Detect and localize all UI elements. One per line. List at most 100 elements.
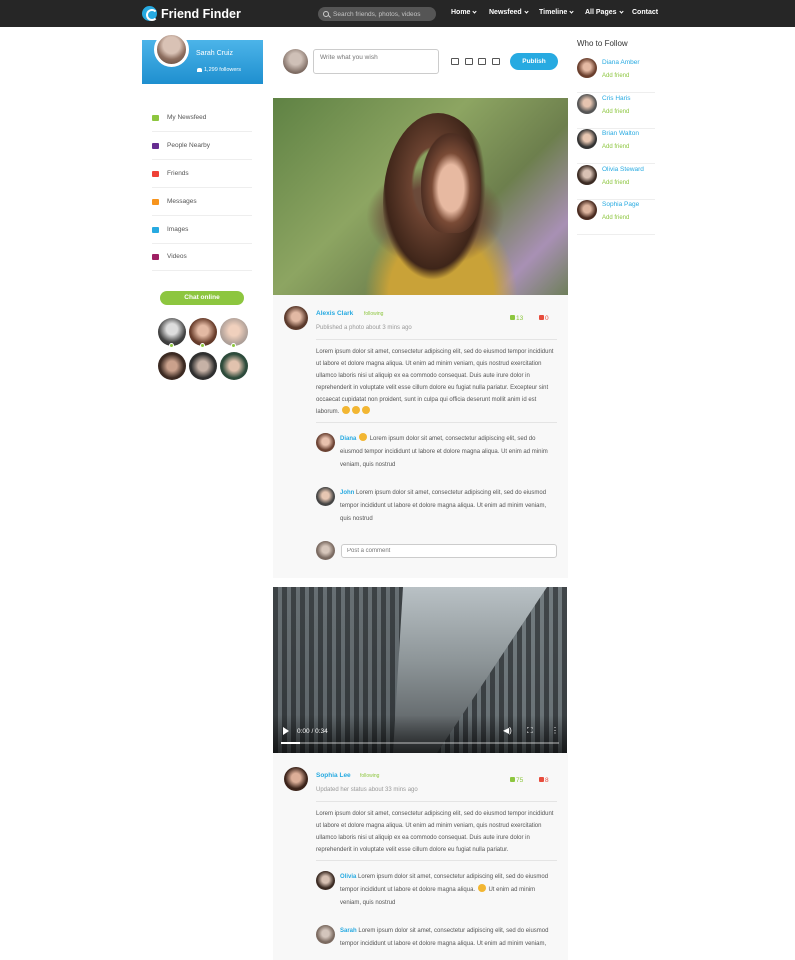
emoji-icon	[352, 406, 361, 414]
sidebar-item-newsfeed[interactable]: My Newsfeed	[152, 104, 252, 132]
following-badge[interactable]: following	[364, 311, 383, 317]
sidebar-item-images[interactable]: Images	[152, 216, 252, 244]
followers-count: 1,299 followers	[204, 67, 241, 73]
chevron-down-icon	[618, 9, 624, 14]
video-progress-bar[interactable]	[281, 742, 559, 744]
comment-author[interactable]: Diana	[340, 436, 356, 442]
avatar[interactable]	[284, 306, 308, 330]
profile-name[interactable]: Sarah Cruiz	[196, 50, 233, 57]
avatar[interactable]	[283, 49, 308, 74]
more-options-icon[interactable]: ⋮	[551, 727, 559, 735]
video-icon[interactable]	[478, 58, 486, 65]
sidebar-item-messages[interactable]: Messages	[152, 188, 252, 216]
nav-all-pages[interactable]: All Pages	[585, 9, 624, 16]
follow-suggestion: Olivia Steward Add friend	[577, 165, 655, 200]
follow-suggestion: Brian Walton Add friend	[577, 129, 655, 164]
follow-name[interactable]: Diana Amber	[602, 59, 640, 66]
nav-contact-label: Contact	[632, 9, 659, 16]
post-author[interactable]: Sophia Lee	[316, 772, 351, 779]
photo-subject-face	[421, 133, 481, 233]
avatar[interactable]	[577, 200, 597, 220]
publish-button[interactable]: Publish	[510, 53, 558, 70]
comment: John Lorem ipsum dolor sit amet, consect…	[340, 487, 557, 526]
add-friend-link[interactable]: Add friend	[602, 215, 629, 221]
comment-author[interactable]: Sarah	[340, 928, 357, 934]
logo-icon	[142, 6, 158, 21]
chat-avatar[interactable]	[189, 318, 217, 346]
add-friend-link[interactable]: Add friend	[602, 73, 629, 79]
like-button[interactable]: 13	[510, 315, 523, 322]
image-icon[interactable]	[465, 58, 473, 65]
follow-name[interactable]: Brian Walton	[602, 130, 639, 137]
comment-input[interactable]	[341, 544, 557, 558]
play-icon[interactable]	[283, 727, 289, 735]
add-friend-link[interactable]: Add friend	[602, 180, 629, 186]
logo[interactable]: Friend Finder	[142, 6, 241, 21]
follow-suggestion: Cris Haris Add friend	[577, 94, 655, 129]
following-badge[interactable]: following	[360, 773, 379, 779]
follow-name[interactable]: Cris Haris	[602, 95, 631, 102]
status-input[interactable]	[313, 49, 439, 74]
post-body: Lorem ipsum dolor sit amet, consectetur …	[316, 811, 554, 853]
nav-newsfeed-label: Newsfeed	[489, 9, 522, 16]
add-friend-link[interactable]: Add friend	[602, 144, 629, 150]
chat-online-button[interactable]: Chat online	[160, 291, 244, 305]
search-input[interactable]	[333, 10, 433, 18]
chat-avatar[interactable]	[220, 318, 248, 346]
dislike-button[interactable]: 0	[539, 315, 549, 322]
avatar[interactable]	[316, 925, 335, 944]
avatar[interactable]	[284, 767, 308, 791]
avatar[interactable]	[316, 541, 335, 560]
follow-name[interactable]: Olivia Steward	[602, 166, 644, 173]
add-friend-link[interactable]: Add friend	[602, 109, 629, 115]
thumbs-down-icon	[539, 315, 544, 320]
like-button[interactable]: 75	[510, 777, 523, 784]
nav-newsfeed[interactable]: Newsfeed	[489, 9, 529, 16]
divider	[316, 339, 557, 340]
post-author[interactable]: Alexis Clark	[316, 310, 353, 317]
nav-timeline-label: Timeline	[539, 9, 568, 16]
followers-icon	[197, 68, 202, 72]
post-video[interactable]: 0:00 / 0:34 ◀) ⛶ ⋮	[273, 587, 567, 753]
dislike-count: 8	[545, 777, 549, 784]
post-photo[interactable]	[273, 98, 568, 295]
messages-icon	[152, 198, 159, 205]
chevron-down-icon	[524, 9, 529, 14]
video-progress-fill	[281, 742, 301, 744]
map-icon[interactable]	[492, 58, 500, 65]
search-icon	[323, 11, 329, 17]
nav-timeline[interactable]: Timeline	[539, 9, 574, 16]
sidebar-item-videos[interactable]: Videos	[152, 243, 252, 271]
chat-avatar[interactable]	[189, 352, 217, 380]
avatar[interactable]	[316, 433, 335, 452]
avatar[interactable]	[316, 871, 335, 890]
volume-icon[interactable]: ◀)	[503, 727, 512, 735]
chat-avatar[interactable]	[220, 352, 248, 380]
edit-icon[interactable]	[451, 58, 459, 65]
avatar[interactable]	[577, 165, 597, 185]
post-meta: Updated her status about 33 mins ago	[316, 787, 418, 793]
chat-avatar[interactable]	[158, 352, 186, 380]
sidebar-item-label: Friends	[167, 170, 189, 177]
avatar[interactable]	[577, 94, 597, 114]
comment-text: Lorem ipsum dolor sit amet, consectetur …	[340, 490, 547, 522]
avatar[interactable]	[577, 58, 597, 78]
comment-author[interactable]: John	[340, 490, 354, 496]
online-indicator	[169, 343, 174, 348]
avatar[interactable]	[577, 129, 597, 149]
chat-avatar[interactable]	[158, 318, 186, 346]
nav-contact[interactable]: Contact	[632, 9, 658, 16]
fullscreen-icon[interactable]: ⛶	[527, 727, 533, 735]
dislike-button[interactable]: 8	[539, 777, 549, 784]
who-to-follow-title: Who to Follow	[577, 39, 628, 48]
nav-home[interactable]: Home	[451, 9, 478, 16]
people-icon	[152, 142, 159, 149]
online-indicator	[200, 343, 205, 348]
search-bar	[318, 7, 436, 21]
follow-name[interactable]: Sophia Page	[602, 201, 639, 208]
avatar[interactable]	[316, 487, 335, 506]
avatar[interactable]	[154, 32, 189, 67]
sidebar-item-friends[interactable]: Friends	[152, 160, 252, 188]
sidebar-item-people-nearby[interactable]: People Nearby	[152, 132, 252, 160]
comment-author[interactable]: Olivia	[340, 874, 356, 880]
